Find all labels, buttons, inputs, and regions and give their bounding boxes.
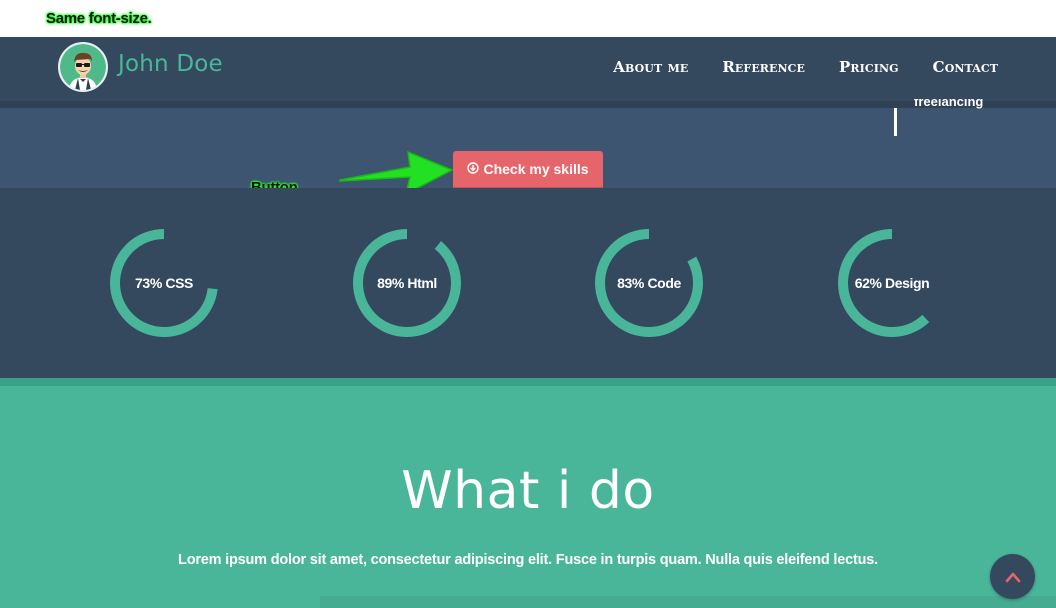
nav-reference[interactable]: Reference: [722, 58, 805, 76]
circle-arrow-down-icon: [467, 161, 480, 177]
nav-pricing[interactable]: Pricing: [839, 58, 899, 76]
skill-design: 62% Design: [837, 228, 947, 338]
avatar[interactable]: [58, 42, 108, 92]
check-skills-label: Check my skills: [483, 161, 589, 177]
annotation-font-note: Same font-size.: [46, 10, 152, 27]
section-title: What i do: [401, 461, 655, 521]
partial-text-label: freelancing: [914, 99, 984, 109]
scroll-to-top-button[interactable]: [990, 554, 1035, 599]
skill-code: 83% Code: [594, 228, 704, 338]
section-shade: [320, 596, 1056, 608]
partial-text: freelancing: [914, 99, 983, 111]
nav-about-me[interactable]: About me: [613, 58, 688, 76]
nav-links: About me Reference Pricing Contact: [613, 58, 998, 76]
skill-html: 89% Html: [352, 228, 462, 338]
brand-name[interactable]: John Doe: [118, 51, 223, 77]
check-skills-button[interactable]: Check my skills: [453, 151, 603, 187]
skill-html-label: 89% Html: [377, 275, 437, 291]
nav-contact[interactable]: Contact: [933, 58, 998, 76]
section-divider: [0, 378, 1056, 386]
skill-css-label: 73% CSS: [135, 275, 193, 291]
section-text: Lorem ipsum dolor sit amet, consectetur …: [178, 552, 878, 568]
annotation-strip: [0, 0, 1056, 37]
skill-design-label: 62% Design: [854, 275, 930, 291]
timeline-line: [894, 108, 897, 136]
chevron-up-icon: [1005, 572, 1020, 582]
skill-code-label: 83% Code: [617, 275, 681, 291]
navbar-shadow: [0, 101, 1056, 108]
skill-css: 73% CSS: [109, 228, 219, 338]
